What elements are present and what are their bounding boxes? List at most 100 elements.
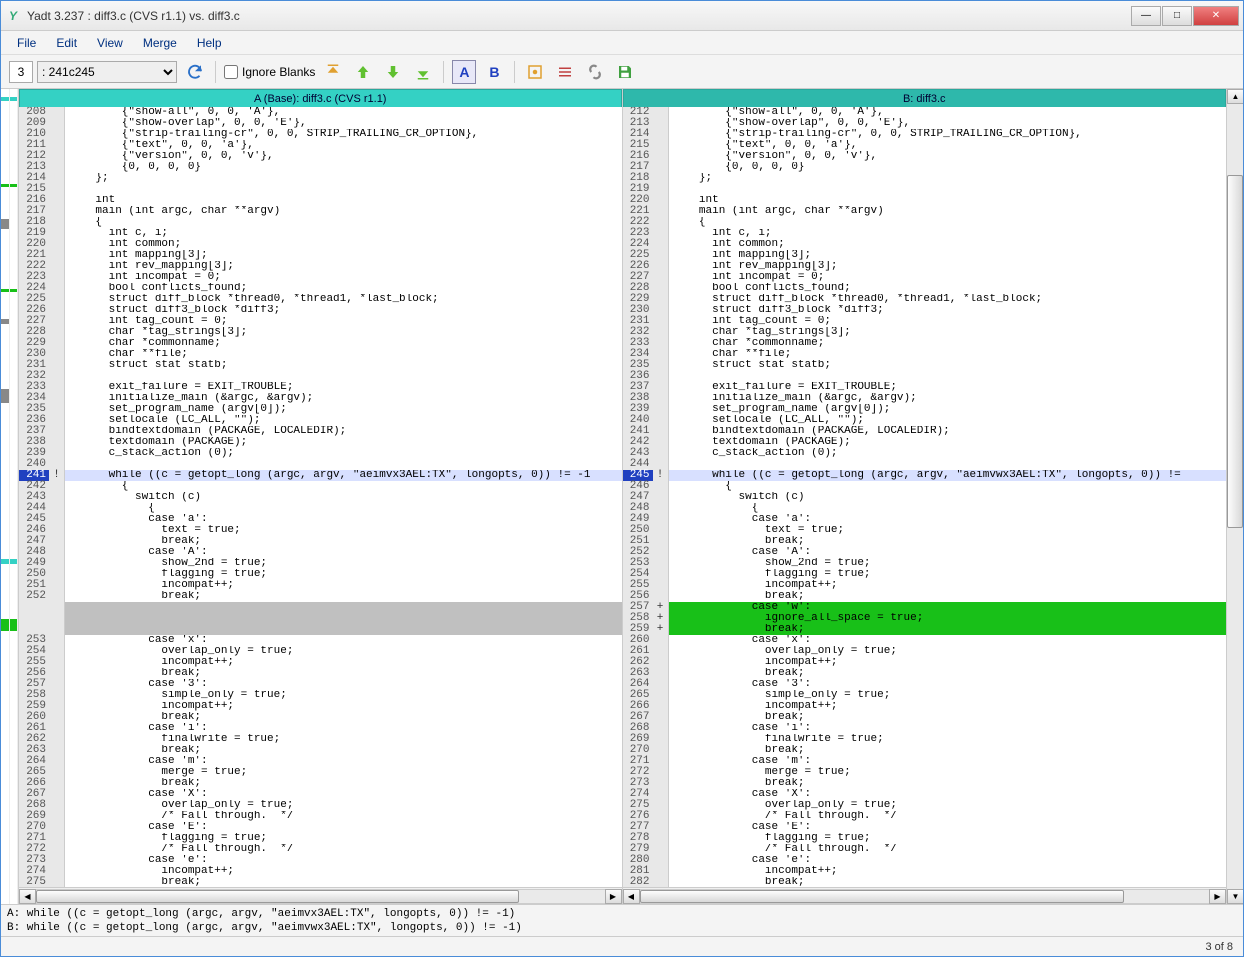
code-line[interactable]: 253 show_2nd = true; [623,558,1227,569]
code-line[interactable]: 231 int tag_count = 0; [623,316,1227,327]
code-line[interactable]: 246 { [623,481,1227,492]
code-line[interactable]: 236 setlocale (LC_ALL, ""); [19,415,622,426]
code-line[interactable]: 249 case 'a': [623,514,1227,525]
code-line[interactable]: 250 text = true; [623,525,1227,536]
code-line[interactable]: 248 { [623,503,1227,514]
code-line[interactable] [19,613,622,624]
code-line[interactable]: 272 /* Fall through. */ [19,844,622,855]
code-line[interactable]: 234 char **file; [623,349,1227,360]
scroll-thumb-b[interactable] [640,890,1124,903]
code-line[interactable]: 246 text = true; [19,525,622,536]
code-line[interactable] [19,602,622,613]
code-line[interactable]: 241 bindtextdomain (PACKAGE, LOCALEDIR); [623,426,1227,437]
code-line[interactable]: 259+ break; [623,624,1227,635]
code-line[interactable]: 267 case 'X': [19,789,622,800]
menu-view[interactable]: View [89,34,131,52]
code-line[interactable]: 269 finalwrite = true; [623,734,1227,745]
overview-bar[interactable] [1,89,19,904]
scroll-up-btn[interactable]: ▲ [1227,89,1243,104]
code-line[interactable]: 243 c_stack_action (0); [623,448,1227,459]
scroll-left-btn[interactable]: ◀ [623,889,640,904]
code-line[interactable]: 248 case 'A': [19,547,622,558]
code-line[interactable]: 254 overlap_only = true; [19,646,622,657]
code-line[interactable]: 261 overlap_only = true; [623,646,1227,657]
code-line[interactable]: 223 int incompat = 0; [19,272,622,283]
scroll-down-btn[interactable]: ▼ [1227,889,1243,904]
code-line[interactable]: 235 struct stat statb; [623,360,1227,371]
code-line[interactable]: 218 { [19,217,622,228]
lines-button[interactable] [553,60,577,84]
code-line[interactable]: 212 {"show-all", 0, 0, 'A'}, [623,107,1227,118]
code-line[interactable]: 229 char *commonname; [19,338,622,349]
code-line[interactable]: 262 finalwrite = true; [19,734,622,745]
code-line[interactable]: 263 break; [19,745,622,756]
code-line[interactable]: 272 merge = true; [623,767,1227,778]
maximize-button[interactable]: □ [1162,6,1192,26]
minimize-button[interactable]: — [1131,6,1161,26]
code-line[interactable]: 209 {"show-overlap", 0, 0, 'E'}, [19,118,622,129]
hscroll-b[interactable]: ◀ ▶ [623,887,1227,904]
code-line[interactable]: 224 bool conflicts_found; [19,283,622,294]
code-line[interactable]: 228 char *tag_strings[3]; [19,327,622,338]
code-line[interactable]: 236 [623,371,1227,382]
code-line[interactable]: 263 break; [623,668,1227,679]
code-line[interactable]: 212 {"version", 0, 0, 'v'}, [19,151,622,162]
code-line[interactable]: 227 int incompat = 0; [623,272,1227,283]
code-line[interactable]: 237 exit_failure = EXIT_TROUBLE; [623,382,1227,393]
code-line[interactable]: 211 {"text", 0, 0, 'a'}, [19,140,622,151]
code-line[interactable]: 266 break; [19,778,622,789]
code-line[interactable]: 271 case 'm': [623,756,1227,767]
code-line[interactable]: 251 incompat++; [19,580,622,591]
code-line[interactable]: 231 struct stat statb; [19,360,622,371]
first-diff-button[interactable] [321,60,345,84]
code-line[interactable]: 280 case 'e': [623,855,1227,866]
code-line[interactable]: 258 simple_only = true; [19,690,622,701]
code-line[interactable]: 258+ ignore_all_space = true; [623,613,1227,624]
code-line[interactable]: 247 break; [19,536,622,547]
code-line[interactable]: 282 break; [623,877,1227,887]
code-line[interactable]: 265 simple_only = true; [623,690,1227,701]
prev-diff-button[interactable] [351,60,375,84]
code-line[interactable]: 243 switch (c) [19,492,622,503]
code-line[interactable]: 260 break; [19,712,622,723]
code-line[interactable]: 242 textdomain (PACKAGE); [623,437,1227,448]
select-b-button[interactable]: B [482,60,506,84]
code-line[interactable]: 259 incompat++; [19,701,622,712]
code-line[interactable]: 230 struct diff3_block *diff3; [623,305,1227,316]
code-line[interactable]: 270 case 'E': [19,822,622,833]
code-line[interactable]: 220 int common; [19,239,622,250]
code-line[interactable]: 216 int [19,195,622,206]
code-line[interactable]: 269 /* Fall through. */ [19,811,622,822]
close-button[interactable]: ✕ [1193,6,1239,26]
code-line[interactable]: 252 case 'A': [623,547,1227,558]
code-line[interactable]: 260 case 'x': [623,635,1227,646]
vscroll-track[interactable] [1227,104,1243,889]
code-line[interactable]: 226 struct diff3_block *diff3; [19,305,622,316]
scroll-right-btn[interactable]: ▶ [605,889,622,904]
code-line[interactable]: 235 set_program_name (argv[0]); [19,404,622,415]
code-line[interactable]: 275 break; [19,877,622,887]
code-line[interactable]: 273 break; [623,778,1227,789]
code-line[interactable]: 233 exit_failure = EXIT_TROUBLE; [19,382,622,393]
code-line[interactable]: 233 char *commonname; [623,338,1227,349]
hscroll-a[interactable]: ◀ ▶ [19,887,622,904]
code-line[interactable]: 252 break; [19,591,622,602]
diff-index-input[interactable] [9,61,33,83]
code-line[interactable]: 237 bindtextdomain (PACKAGE, LOCALEDIR); [19,426,622,437]
menu-file[interactable]: File [9,34,44,52]
code-line[interactable]: 224 int common; [623,239,1227,250]
code-line[interactable]: 279 /* Fall through. */ [623,844,1227,855]
code-line[interactable]: 261 case 'i': [19,723,622,734]
code-line[interactable]: 245 case 'a': [19,514,622,525]
code-line[interactable]: 265 merge = true; [19,767,622,778]
code-line[interactable]: 277 case 'E': [623,822,1227,833]
code-line[interactable]: 276 /* Fall through. */ [623,811,1227,822]
code-line[interactable]: 273 case 'e': [19,855,622,866]
code-line[interactable]: 222 { [623,217,1227,228]
code-line[interactable]: 240 setlocale (LC_ALL, ""); [623,415,1227,426]
ignore-blanks-check[interactable]: Ignore Blanks [224,65,315,79]
code-line[interactable] [19,624,622,635]
scroll-track-b[interactable] [640,889,1210,904]
code-line[interactable]: 240 [19,459,622,470]
code-line[interactable]: 213 {"show-overlap", 0, 0, 'E'}, [623,118,1227,129]
